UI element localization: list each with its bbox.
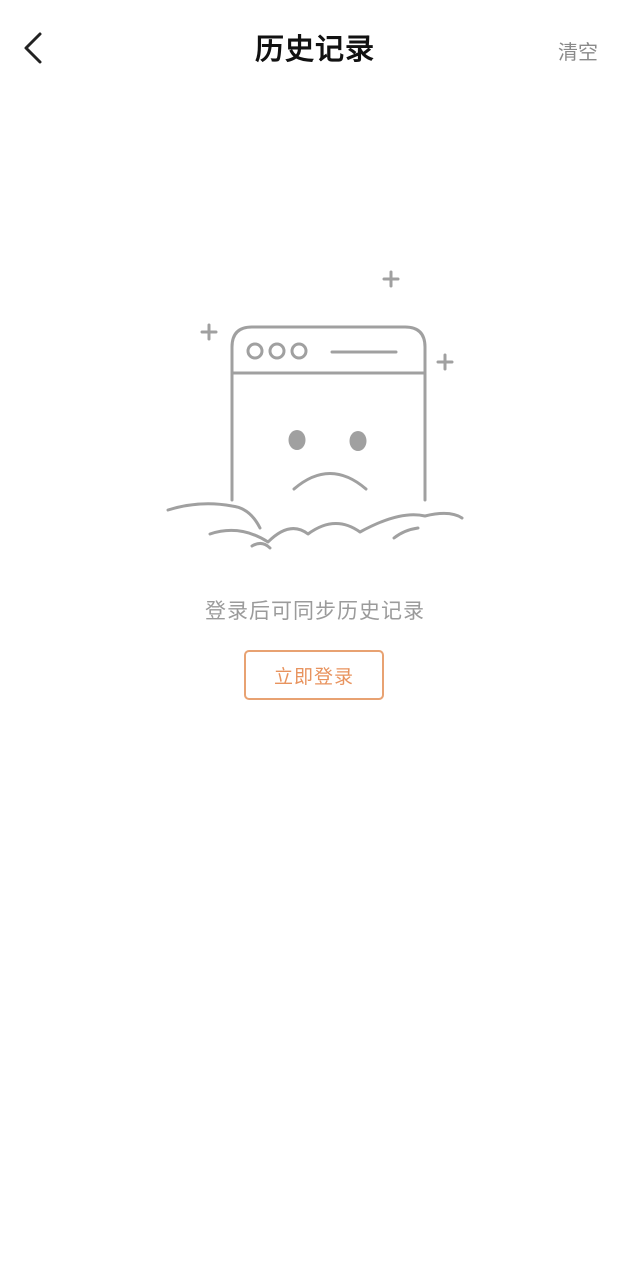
empty-state-message: 登录后可同步历史记录: [205, 599, 425, 623]
page-title: 历史记录: [254, 32, 375, 66]
empty-state-illustration: [160, 262, 470, 557]
login-button[interactable]: 立即登录: [244, 650, 384, 700]
clear-button[interactable]: 清空: [558, 36, 598, 65]
top-bar: 历史记录 清空: [0, 0, 630, 96]
sad-browser-icon: [166, 270, 464, 550]
